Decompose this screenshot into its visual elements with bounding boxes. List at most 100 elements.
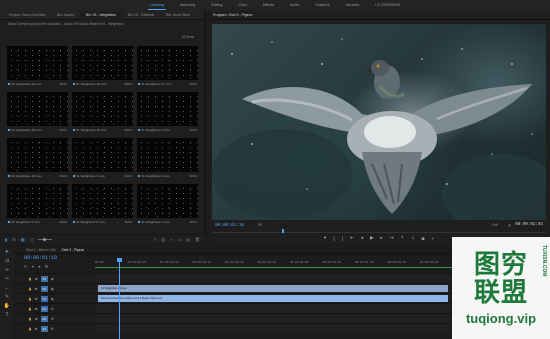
selection-tool-icon[interactable]: ➤ bbox=[5, 249, 9, 255]
extract-icon[interactable]: ⇣ bbox=[411, 235, 415, 241]
freeform-view-icon[interactable]: ▢ bbox=[30, 237, 34, 242]
clip-thumbnail[interactable] bbox=[137, 184, 198, 218]
snap-icon[interactable]: ⊓ bbox=[24, 264, 27, 269]
go-to-in-icon[interactable]: ⇤ bbox=[350, 235, 354, 241]
mark-out-bracket-icon[interactable]: } bbox=[342, 236, 343, 241]
track-sync-icon[interactable]: ⇄ bbox=[35, 317, 38, 321]
add-marker-icon[interactable]: ▾ bbox=[38, 264, 40, 269]
type-icon[interactable]: T bbox=[5, 312, 8, 318]
hand-icon[interactable]: ✋ bbox=[4, 303, 10, 309]
track-visibility-icon[interactable]: ◉ bbox=[51, 277, 54, 281]
track-sync-icon[interactable]: ⇄ bbox=[35, 287, 38, 291]
ripple-edit-icon[interactable]: ⟛ bbox=[5, 267, 10, 273]
clip-thumbnail[interactable] bbox=[7, 92, 68, 126]
pen-icon[interactable]: ✎ bbox=[5, 294, 9, 300]
export-frame-icon[interactable]: ◙ bbox=[422, 236, 425, 241]
sort-icon[interactable]: ≡ bbox=[154, 237, 156, 242]
wrench-icon[interactable]: ⚙ bbox=[508, 223, 512, 228]
workspace-tab-audio[interactable]: Audio bbox=[282, 0, 307, 11]
clip-tile[interactable]: SL Weightless 2.mov 10:01 bbox=[137, 92, 198, 134]
clip-tile[interactable]: SL Weightless 7.mov 10:01 bbox=[137, 184, 198, 226]
track-lock-icon[interactable]: 🔒 bbox=[28, 287, 32, 291]
lock-icon[interactable]: ▮ bbox=[5, 237, 7, 242]
clip-tile[interactable]: SL Weightless 3.mov 10:01 bbox=[72, 138, 133, 180]
track-target[interactable]: A3 bbox=[40, 325, 48, 332]
track-sync-icon[interactable]: ⇄ bbox=[35, 327, 38, 331]
work-area-bar[interactable] bbox=[95, 267, 495, 268]
clip-tile[interactable]: SL Weightless 11.mov 10:01 bbox=[7, 46, 68, 88]
track-target[interactable]: A1 bbox=[40, 305, 48, 312]
clip-tile[interactable]: SL Weightless 17.mov 10:01 bbox=[137, 46, 198, 88]
icon-view-icon[interactable]: ▦ bbox=[21, 237, 25, 242]
workspace-tab-assembly[interactable]: Assembly bbox=[172, 0, 204, 11]
new-bin-icon[interactable]: ▭ bbox=[177, 237, 181, 242]
track-sync-icon[interactable]: ⇄ bbox=[35, 277, 38, 281]
zoom-select[interactable]: Fit bbox=[258, 223, 262, 227]
track-mute-icon[interactable]: M bbox=[51, 307, 54, 311]
clip-tile[interactable]: SL Weightless 19.mov 10:01 bbox=[72, 92, 133, 134]
project-tab[interactable]: Project: Snow Overview bbox=[3, 11, 51, 20]
track-visibility-icon[interactable]: ◉ bbox=[51, 297, 54, 301]
clip-thumbnail[interactable] bbox=[72, 92, 133, 126]
clip-tile[interactable]: SL Weightless 16.mov 10:01 bbox=[72, 46, 133, 88]
mark-out-icon[interactable]: { bbox=[333, 236, 334, 241]
find-icon[interactable]: ⌕ bbox=[170, 237, 172, 242]
clip-thumbnail[interactable] bbox=[137, 46, 198, 80]
project-tab[interactable]: Bin: 03 - Weightless bbox=[79, 10, 122, 20]
add-icon[interactable]: + bbox=[431, 236, 434, 241]
go-to-out-icon[interactable]: ⇥ bbox=[390, 235, 394, 241]
timeline-timecode[interactable]: 00:00:01:18 bbox=[24, 255, 57, 261]
track-target[interactable]: V1 bbox=[40, 295, 48, 302]
razor-icon[interactable]: ✂ bbox=[5, 276, 9, 282]
workspace-tab-learning[interactable]: Learning bbox=[142, 0, 172, 11]
linked-selection-icon[interactable]: ⚭ bbox=[31, 264, 34, 269]
workspace-tab-graphics[interactable]: Graphics bbox=[307, 0, 337, 11]
clip-tile[interactable]: SL Weightless 20.mov 10:01 bbox=[7, 138, 68, 180]
workspace-tab-ls-overview[interactable]: LS OVERVIEW bbox=[367, 0, 408, 11]
clip-thumbnail[interactable] bbox=[72, 46, 133, 80]
track-select-icon[interactable]: ⇉ bbox=[5, 258, 9, 264]
clip-tile[interactable]: SL Weightless 5.mov 10:01 bbox=[7, 184, 68, 226]
mark-in-icon[interactable]: ▾ bbox=[324, 235, 326, 241]
track-sync-icon[interactable]: ⇄ bbox=[35, 297, 38, 301]
track-lock-icon[interactable]: 🔒 bbox=[28, 307, 32, 311]
clip-thumbnail[interactable] bbox=[7, 184, 68, 218]
timeline-clip[interactable]: SL Weightless 14.mov bbox=[98, 285, 448, 292]
new-item-icon[interactable]: ▤ bbox=[186, 237, 190, 242]
list-view-icon[interactable]: ☰ bbox=[12, 237, 16, 242]
project-tab[interactable]: Bin: Snow Work bbox=[160, 11, 196, 20]
clip-tile[interactable]: SL Weightless 6.mov 10:01 bbox=[72, 184, 133, 226]
workspace-tab-libraries[interactable]: Libraries bbox=[338, 0, 368, 11]
project-tab[interactable]: Bin: 02 - Ethereal bbox=[122, 11, 160, 20]
program-playhead-timecode[interactable]: 00:00:01:18 bbox=[212, 223, 244, 228]
track-target[interactable]: V2 bbox=[40, 285, 48, 292]
clip-tile[interactable]: SL Weightless 18.mov 10:01 bbox=[7, 92, 68, 134]
track-lock-icon[interactable]: 🔒 bbox=[28, 277, 32, 281]
clip-thumbnail[interactable] bbox=[72, 138, 133, 172]
step-back-icon[interactable]: ◂ bbox=[361, 235, 363, 241]
track-lock-icon[interactable]: 🔒 bbox=[28, 297, 32, 301]
slip-icon[interactable]: ↔ bbox=[5, 285, 10, 291]
track-sync-icon[interactable]: ⇄ bbox=[35, 307, 38, 311]
program-title[interactable]: Program: Shot 3 - Pigeon bbox=[213, 13, 253, 17]
clip-thumbnail[interactable] bbox=[72, 184, 133, 218]
automate-icon[interactable]: ▥ bbox=[161, 237, 165, 242]
project-tab[interactable]: Bin: Assets bbox=[51, 11, 80, 20]
track-lock-icon[interactable]: 🔒 bbox=[28, 317, 32, 321]
lift-icon[interactable]: ⇡ bbox=[400, 235, 404, 241]
step-forward-icon[interactable]: ▸ bbox=[380, 235, 382, 241]
timeline-tab[interactable]: Shot 1 - Alice in City bbox=[26, 248, 56, 252]
timeline-playhead[interactable] bbox=[117, 258, 122, 339]
zoom-slider[interactable] bbox=[38, 238, 53, 241]
program-video-frame[interactable] bbox=[212, 24, 546, 220]
workspace-tab-effects[interactable]: Effects bbox=[255, 0, 282, 11]
track-mute-icon[interactable]: M bbox=[51, 327, 54, 331]
resolution-select[interactable]: Full bbox=[492, 223, 497, 227]
clip-thumbnail[interactable] bbox=[137, 92, 198, 126]
track-target[interactable]: V3 bbox=[40, 275, 48, 282]
track-visibility-icon[interactable]: ◉ bbox=[51, 287, 54, 291]
timeline-clip[interactable]: Snow Overview Lens Edit Lens 3.4 Pigeon … bbox=[98, 295, 448, 302]
timeline-settings-icon[interactable]: ⚙ bbox=[45, 264, 49, 269]
clip-thumbnail[interactable] bbox=[7, 138, 68, 172]
trash-icon[interactable]: 🗑 bbox=[195, 237, 200, 242]
